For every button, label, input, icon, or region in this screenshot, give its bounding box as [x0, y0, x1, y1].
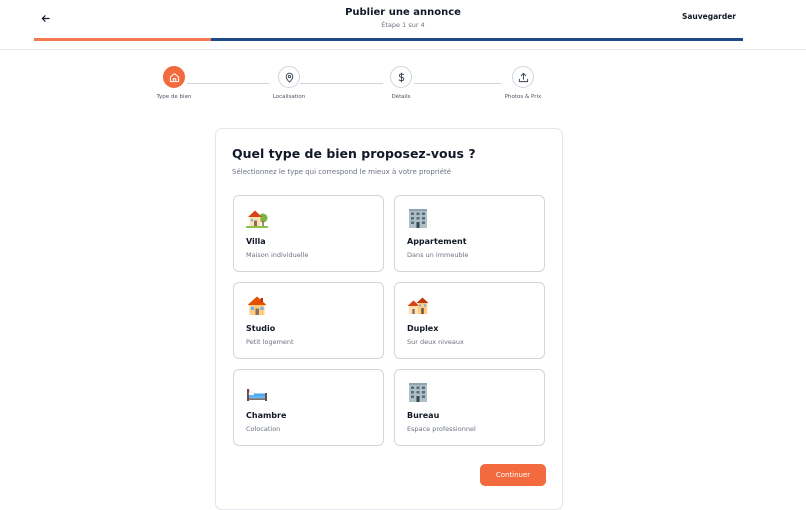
property-type-card: Quel type de bien proposez-vous ? Sélect…: [215, 128, 563, 510]
step-circle: [512, 66, 534, 88]
option-description: Sur deux niveaux: [407, 338, 464, 346]
houses-icon: [407, 297, 429, 314]
option-description: Colocation: [246, 425, 281, 433]
option-appartement[interactable]: Appartement Dans un immeuble: [394, 195, 545, 272]
step-label: Détails: [391, 94, 411, 100]
option-description: Espace professionnel: [407, 425, 476, 433]
house-garden-icon: [246, 210, 268, 228]
option-name: Bureau: [407, 411, 440, 420]
option-name: Studio: [246, 324, 276, 333]
step-details[interactable]: Détails: [361, 66, 441, 100]
home-icon: [169, 72, 179, 82]
option-name: Chambre: [246, 411, 287, 420]
option-chambre[interactable]: Chambre Colocation: [233, 369, 384, 446]
upload-icon: [518, 72, 528, 82]
house-icon: [247, 296, 267, 315]
option-studio[interactable]: Studio Petit logement: [233, 282, 384, 359]
option-name: Duplex: [407, 324, 439, 333]
progress-fill: [34, 38, 212, 41]
option-villa[interactable]: Villa Maison individuelle: [233, 195, 384, 272]
building-icon: [409, 209, 427, 228]
step-circle: [390, 66, 412, 88]
step-label: Photos & Prix: [504, 94, 542, 100]
continue-button[interactable]: Continuer: [480, 464, 546, 486]
stepper: Type de bien Localisation Détails Photos…: [0, 66, 806, 106]
step-circle: [278, 66, 300, 88]
step-localisation[interactable]: Localisation: [249, 66, 329, 100]
bed-icon: [247, 389, 267, 401]
option-description: Dans un immeuble: [407, 251, 469, 259]
progress-bar: [34, 38, 743, 41]
top-bar: Publier une annonce Étape 1 sur 4 Sauveg…: [0, 0, 806, 50]
step-label: Localisation: [272, 94, 306, 100]
step-type-de-bien[interactable]: Type de bien: [134, 66, 214, 100]
step-photos-prix[interactable]: Photos & Prix: [483, 66, 563, 100]
step-counter: Étape 1 sur 4: [381, 21, 425, 29]
form-subtitle: Sélectionnez le type qui correspond le m…: [232, 168, 452, 176]
option-bureau[interactable]: Bureau Espace professionnel: [394, 369, 545, 446]
option-description: Petit logement: [246, 338, 294, 346]
option-name: Villa: [246, 237, 266, 246]
office-building-icon: [409, 383, 427, 402]
option-description: Maison individuelle: [246, 251, 309, 259]
step-label: Type de bien: [156, 94, 192, 100]
save-button[interactable]: Sauvegarder: [682, 12, 736, 21]
map-pin-icon: [285, 72, 293, 83]
option-name: Appartement: [407, 237, 467, 246]
step-circle: [163, 66, 185, 88]
dollar-icon: [398, 72, 404, 82]
option-duplex[interactable]: Duplex Sur deux niveaux: [394, 282, 545, 359]
form-title: Quel type de bien proposez-vous ?: [232, 146, 476, 161]
